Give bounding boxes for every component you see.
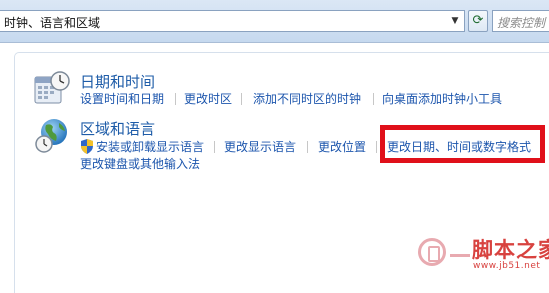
highlight-box (380, 125, 545, 163)
link-change-timezone[interactable]: 更改时区 (184, 92, 232, 106)
globe-clock-icon[interactable] (32, 117, 72, 157)
watermark: 脚本之家 www.jb51.net (418, 234, 549, 276)
link-separator (373, 93, 374, 105)
link-change-display-language[interactable]: 更改显示语言 (224, 140, 296, 154)
link-add-clock-gadget[interactable]: 向桌面添加时钟小工具 (382, 92, 502, 106)
refresh-icon: ⟳ (472, 13, 484, 28)
chevron-down-icon[interactable]: ▼ (448, 14, 462, 28)
link-install-display-language[interactable]: 安装或卸载显示语言 (96, 140, 204, 154)
watermark-logo-icon (418, 238, 446, 266)
search-placeholder: 搜索控制 (497, 16, 546, 30)
link-separator (214, 141, 215, 153)
clock-calendar-icon[interactable] (32, 70, 72, 108)
search-input[interactable]: 搜索控制 (492, 10, 549, 32)
link-set-time-date[interactable]: 设置时间和日期 (80, 92, 164, 106)
address-field[interactable]: 时钟、语言和区域 ▼ (0, 10, 465, 32)
link-change-keyboard-input[interactable]: 更改键盘或其他输入法 (80, 157, 200, 171)
watermark-title: 脚本之家 (472, 238, 549, 262)
address-bar: 时钟、语言和区域 ▼ ⟳ 搜索控制 (0, 0, 549, 43)
link-separator (307, 141, 308, 153)
link-separator (376, 141, 377, 153)
category-title-region-language[interactable]: 区域和语言 (80, 118, 155, 139)
refresh-button[interactable]: ⟳ (468, 10, 488, 32)
category-title-date-time[interactable]: 日期和时间 (80, 71, 155, 92)
link-separator (175, 93, 176, 105)
link-add-clocks[interactable]: 添加不同时区的时钟 (253, 92, 361, 106)
address-path[interactable]: 时钟、语言和区域 (4, 14, 100, 31)
link-separator (241, 93, 242, 105)
uac-shield-icon (81, 139, 93, 154)
watermark-divider (450, 254, 470, 257)
watermark-url: www.jb51.net (473, 261, 541, 271)
link-change-location[interactable]: 更改位置 (318, 140, 366, 154)
